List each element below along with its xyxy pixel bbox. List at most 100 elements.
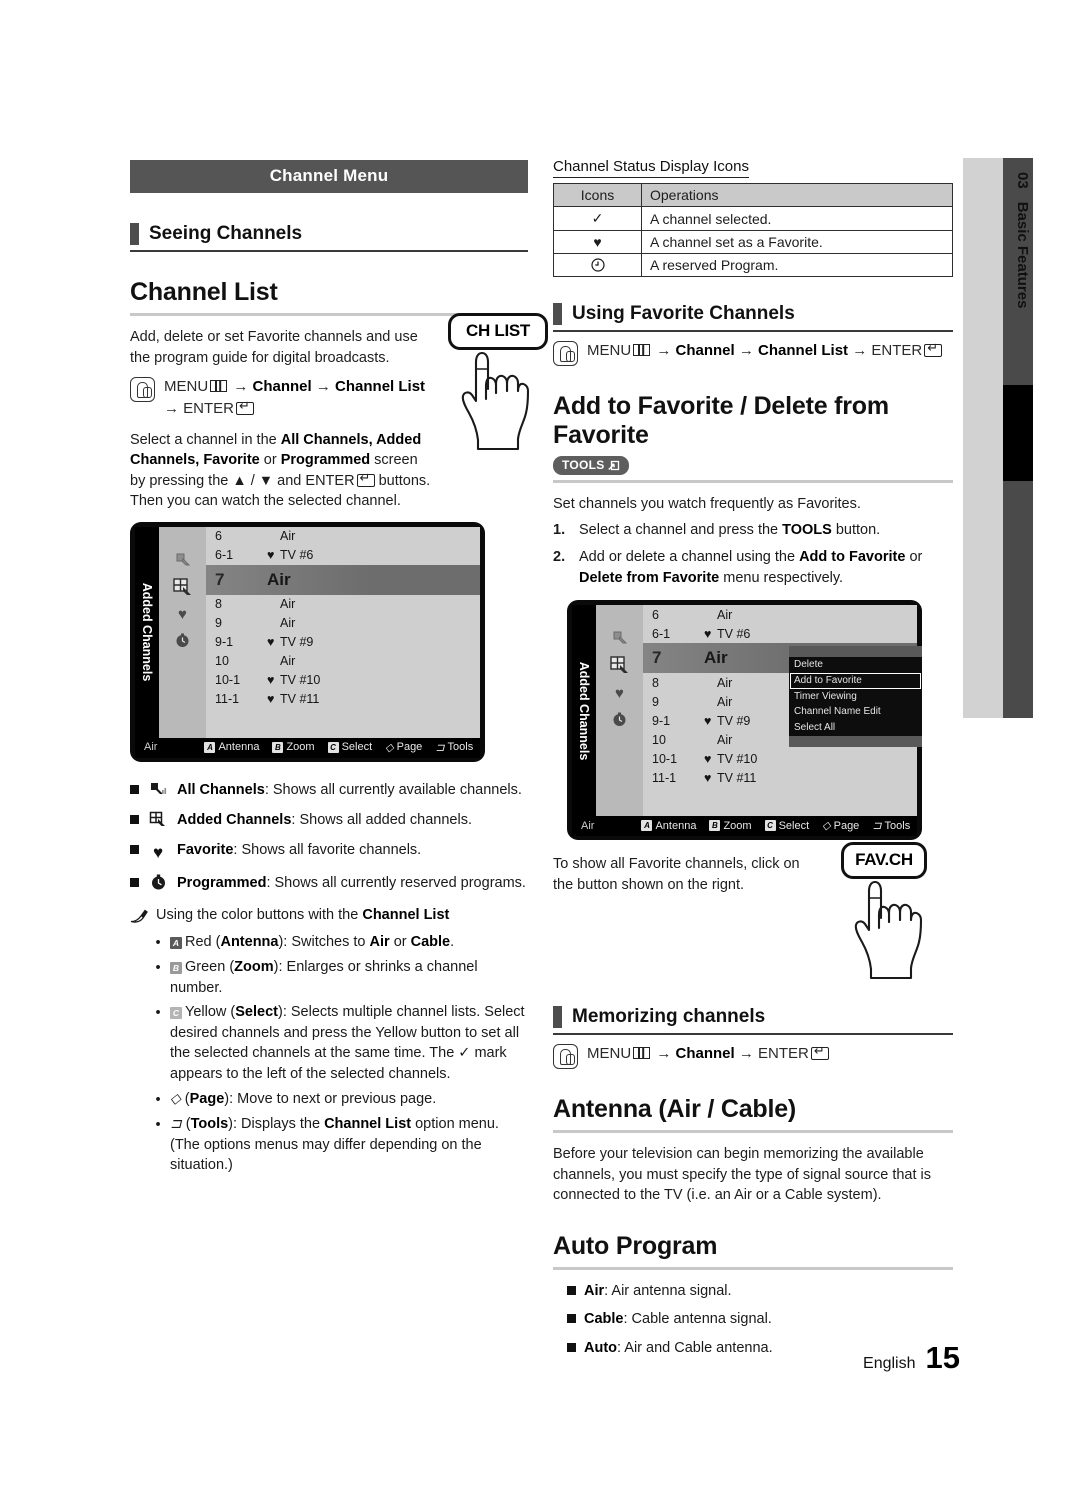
tools-icon: ⊐ — [872, 820, 882, 833]
table-row[interactable]: 6 Air — [206, 527, 480, 546]
dot-bullet: • — [155, 1117, 161, 1134]
bar-button-antenna[interactable]: A Antenna — [641, 820, 696, 832]
bar-button-zoom[interactable]: B Zoom — [709, 820, 752, 832]
table-row: ♥ A channel set as a Favorite. — [553, 230, 953, 254]
bar-button-antenna[interactable]: A Antenna — [204, 741, 259, 753]
list-item: • C Yellow (Select): Selects multiple cha… — [154, 1002, 528, 1084]
table-row: A reserved Program. — [553, 253, 953, 277]
tools-icon: ⊐ — [435, 741, 445, 754]
bar-button-page[interactable]: ◇ Page — [385, 741, 422, 754]
dot-bullet: • — [155, 1005, 161, 1022]
table-row[interactable]: 10-1 ♥ TV #10 — [206, 671, 480, 690]
list-item: • ⊐ (Tools): Displays the Channel List op… — [154, 1114, 528, 1176]
menu-path-text: MENU → Channel → ENTER — [587, 1043, 829, 1065]
key-a-icon: A — [641, 820, 653, 832]
key-a-icon: A — [170, 936, 182, 949]
pointing-hand-icon — [461, 351, 530, 451]
select-channel-paragraph: Select a channel in the All Channels, Ad… — [130, 430, 435, 512]
menu-item-delete[interactable]: Delete — [789, 657, 922, 673]
added-channels-icon[interactable] — [596, 650, 643, 680]
title-auto-program: Auto Program — [553, 1232, 718, 1261]
table-row[interactable]: 10-1 ♥ TV #10 — [643, 749, 917, 768]
note-color-buttons: Using the color buttons with the Channel… — [130, 907, 528, 927]
menu-item-add-to-favorite[interactable]: Add to Favorite — [790, 673, 921, 689]
bar-button-select[interactable]: C Select — [327, 741, 372, 753]
bar-button-tools[interactable]: ⊐ Tools — [872, 819, 910, 833]
table-row[interactable]: 8 Air — [206, 595, 480, 614]
antenna-mode-label: Air — [581, 819, 595, 832]
square-bullet — [567, 1286, 576, 1296]
table-header-row: Icons Operations — [553, 183, 953, 207]
column-header-operations: Operations — [641, 183, 953, 207]
favorite-icon[interactable]: ♥ — [596, 680, 643, 706]
tools-icon: ⊐ — [170, 1115, 182, 1132]
list-item-text: Programmed: Shows all currently reserved… — [177, 874, 526, 891]
key-b-icon: B — [272, 741, 284, 753]
table-row[interactable]: 9 Air — [206, 614, 480, 633]
menu-item-select-all[interactable]: Select All — [789, 720, 922, 736]
press-hand-icon — [553, 1044, 578, 1070]
section-marker — [553, 303, 562, 325]
list-item: Added Channels: Shows all added channels… — [130, 810, 528, 833]
remote-ch-list[interactable]: CH LIST — [448, 313, 548, 451]
menu-icon — [633, 1047, 651, 1060]
updown-icon: ◇ — [170, 1089, 181, 1106]
heart-icon: ♥ — [553, 230, 642, 254]
list-item-text: B Green (Zoom): Enlarges or shrinks a cha… — [170, 959, 478, 996]
section-heading-label: Memorizing channels — [572, 1006, 766, 1028]
list-item: • B Green (Zoom): Enlarges or shrinks a c… — [154, 957, 528, 998]
table-row[interactable]: 11-1 ♥ TV #11 — [643, 768, 917, 787]
fav-ch-button[interactable]: FAV.CH — [841, 842, 927, 880]
channel-rows[interactable]: 6 Air 6-1 ♥ TV #6 7 Air 8 Air 9 Air 9-1 … — [643, 605, 922, 817]
programmed-icon[interactable] — [159, 628, 206, 654]
screen-bottom-bar: Air A Antenna B Zoom C Select ◇ Page ⊐ Tools — [572, 816, 917, 837]
bar-button-tools[interactable]: ⊐ Tools — [435, 741, 473, 754]
channel-rows[interactable]: 6 Air 6-1 ♥ TV #6 7 Air 8 Air 9 Air 9-1 … — [206, 526, 480, 738]
all-channels-icon[interactable] — [596, 624, 643, 650]
note-text: Using the color buttons with the Channel… — [156, 906, 450, 923]
color-button-list: • A Red (Antenna): Switches to Air or Cab… — [130, 932, 528, 1176]
table-row-selected[interactable]: 7 Air — [206, 564, 480, 595]
section-heading-label: Using Favorite Channels — [572, 303, 795, 324]
right-column: Channel Status Display Icons Icons Opera… — [553, 158, 953, 1366]
programmed-icon[interactable] — [596, 706, 643, 732]
chapter-tab: 03 Basic Features — [1003, 158, 1043, 718]
list-item-text: Air: Air antenna signal. — [584, 1283, 732, 1300]
ch-list-button[interactable]: CH LIST — [448, 313, 548, 350]
screen-side-label: Added Channels — [572, 605, 596, 817]
remote-fav-ch[interactable]: FAV.CH — [841, 842, 951, 980]
menu-item-timer-viewing[interactable]: Timer Viewing — [789, 689, 922, 705]
list-item-text: A Red (Antenna): Switches to Air or Cable… — [170, 932, 454, 954]
table-row[interactable]: 9-1 ♥ TV #9 — [206, 633, 480, 652]
square-bullet — [567, 1342, 576, 1352]
menu-item-channel-name-edit[interactable]: Channel Name Edit — [789, 705, 922, 721]
square-bullet — [130, 784, 139, 794]
key-c-icon: C — [170, 1007, 182, 1020]
channel-list-intro: Add, delete or set Favorite channels and… — [130, 329, 418, 366]
title-antenna: Antenna (Air / Cable) — [553, 1095, 797, 1124]
square-bullet — [567, 1314, 576, 1324]
list-item-text: All Channels: Shows all currently availa… — [177, 781, 522, 798]
bar-button-select[interactable]: C Select — [764, 820, 809, 832]
bar-button-page[interactable]: ◇ Page — [822, 819, 859, 833]
all-channels-icon[interactable] — [159, 546, 206, 572]
chapter-title: Basic Features — [1014, 201, 1032, 309]
tools-icon — [607, 460, 619, 470]
table-row[interactable]: 6-1 ♥ TV #6 — [206, 546, 480, 565]
table-row[interactable]: 11-1 ♥ TV #11 — [206, 690, 480, 709]
menu-path-channel-list: MENU → Channel → Channel List → ENTER — [130, 376, 430, 420]
status-icons-heading: Channel Status Display Icons — [553, 158, 749, 178]
square-bullet — [130, 845, 139, 855]
tools-context-menu[interactable]: Delete Add to Favorite Timer Viewing Cha… — [789, 646, 922, 747]
table-row[interactable]: 10 Air — [206, 652, 480, 671]
table-row[interactable]: 6 Air — [643, 605, 917, 624]
enter-icon — [356, 471, 375, 487]
section-heading-label: Seeing Channels — [149, 223, 303, 244]
added-channels-icon[interactable] — [159, 572, 206, 602]
title-add-to-favorite: Add to Favorite / Delete from Favorite — [553, 392, 889, 449]
bar-button-zoom[interactable]: B Zoom — [272, 741, 315, 753]
title-rule — [553, 1130, 953, 1134]
list-item-text: C Yellow (Select): Selects multiple chann… — [170, 1004, 525, 1083]
table-row[interactable]: 6-1 ♥ TV #6 — [643, 624, 917, 643]
favorite-icon[interactable]: ♥ — [159, 602, 206, 628]
